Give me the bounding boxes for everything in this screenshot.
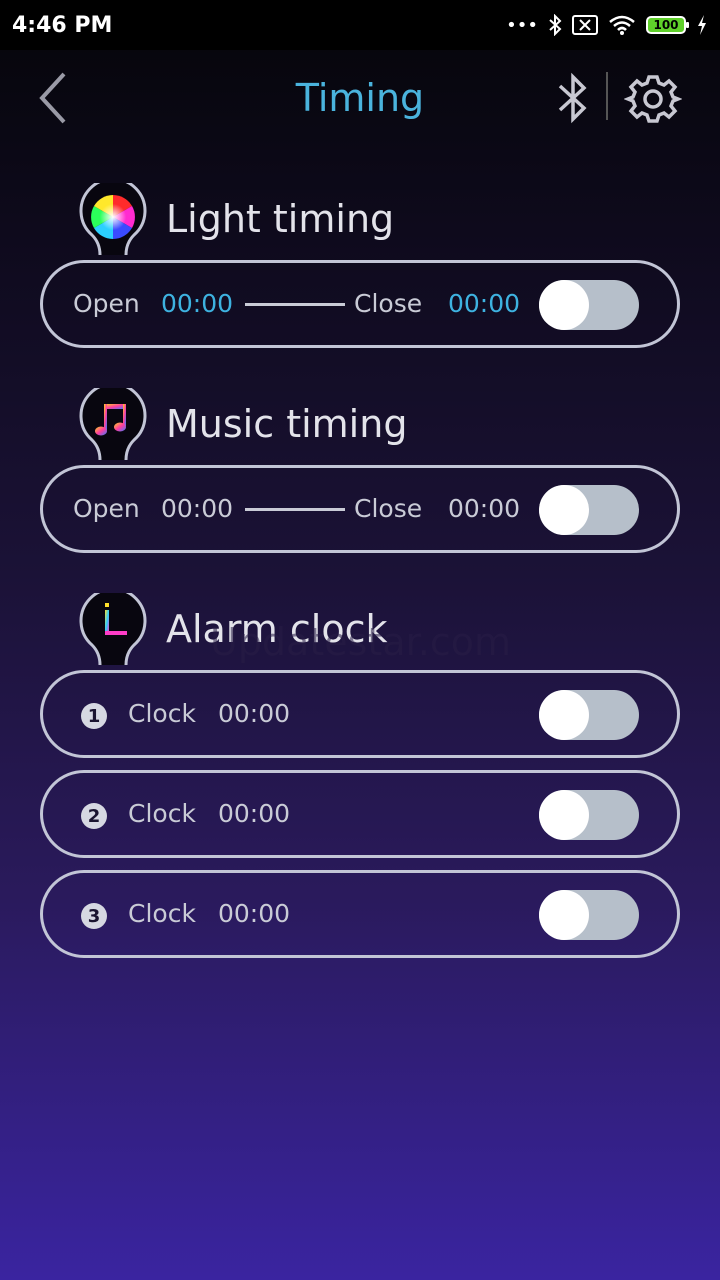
bluetooth-small-icon (549, 14, 562, 36)
page-title: Timing (295, 76, 425, 120)
bluetooth-icon (558, 72, 587, 124)
close-time[interactable]: 00:00 (448, 289, 520, 318)
battery-icon: 100 (646, 16, 689, 34)
toggle-knob (539, 790, 589, 840)
clock-label: Clock (128, 699, 196, 728)
wifi-icon (609, 15, 635, 35)
open-time[interactable]: 00:00 (161, 289, 233, 318)
clock-number-badge: 3 (81, 903, 107, 929)
section-title: Music timing (166, 402, 408, 446)
section-title: Alarm clock (166, 607, 388, 651)
music-note-bulb-icon (79, 388, 147, 461)
music-timing-header: Music timing (78, 388, 638, 470)
clock-label: Clock (128, 899, 196, 928)
close-time[interactable]: 00:00 (448, 494, 520, 523)
clock-label: Clock (128, 799, 196, 828)
settings-button[interactable] (623, 72, 683, 126)
open-label: Open (73, 494, 140, 523)
music-timing-row: Open 00:00 Close 00:00 (40, 465, 680, 553)
status-time: 4:46 PM (12, 12, 113, 38)
clock-2-toggle[interactable] (539, 790, 639, 840)
clock-1-toggle[interactable] (539, 690, 639, 740)
battery-level: 100 (653, 18, 679, 32)
color-wheel-bulb-icon (79, 183, 147, 256)
top-bar: Timing (0, 50, 720, 150)
close-label: Close (354, 494, 423, 523)
clock-time[interactable]: 00:00 (218, 899, 290, 928)
sim-x-icon (572, 15, 598, 35)
open-time[interactable]: 00:00 (161, 494, 233, 523)
time-range-line (245, 508, 345, 511)
toggle-knob (539, 890, 589, 940)
open-label: Open (73, 289, 140, 318)
close-label: Close (354, 289, 423, 318)
clock-number-badge: 1 (81, 703, 107, 729)
time-range-line (245, 303, 345, 306)
header-divider (606, 72, 608, 120)
alarm-clock-row-3: 3 Clock 00:00 (40, 870, 680, 958)
status-bar: 4:46 PM ••• 100 (0, 0, 720, 50)
toggle-knob (539, 690, 589, 740)
clock-time[interactable]: 00:00 (218, 699, 290, 728)
more-dots-icon: ••• (506, 14, 538, 36)
back-button[interactable] (30, 68, 80, 128)
charging-bolt-icon (698, 15, 706, 35)
gear-icon (623, 75, 683, 123)
toggle-knob (539, 485, 589, 535)
clock-bulb-icon (79, 593, 147, 666)
alarm-clock-row-2: 2 Clock 00:00 (40, 770, 680, 858)
toggle-knob (539, 280, 589, 330)
back-chevron-icon (39, 72, 66, 124)
light-timing-row: Open 00:00 Close 00:00 (40, 260, 680, 348)
bluetooth-button[interactable] (552, 70, 594, 128)
light-timing-toggle[interactable] (539, 280, 639, 330)
clock-time[interactable]: 00:00 (218, 799, 290, 828)
alarm-clock-row-1: 1 Clock 00:00 (40, 670, 680, 758)
clock-number-badge: 2 (81, 803, 107, 829)
alarm-clock-header: Alarm clock (78, 593, 638, 675)
clock-3-toggle[interactable] (539, 890, 639, 940)
section-title: Light timing (166, 197, 395, 241)
light-timing-header: Light timing (78, 183, 638, 265)
status-icons: ••• 100 (506, 14, 708, 36)
music-timing-toggle[interactable] (539, 485, 639, 535)
